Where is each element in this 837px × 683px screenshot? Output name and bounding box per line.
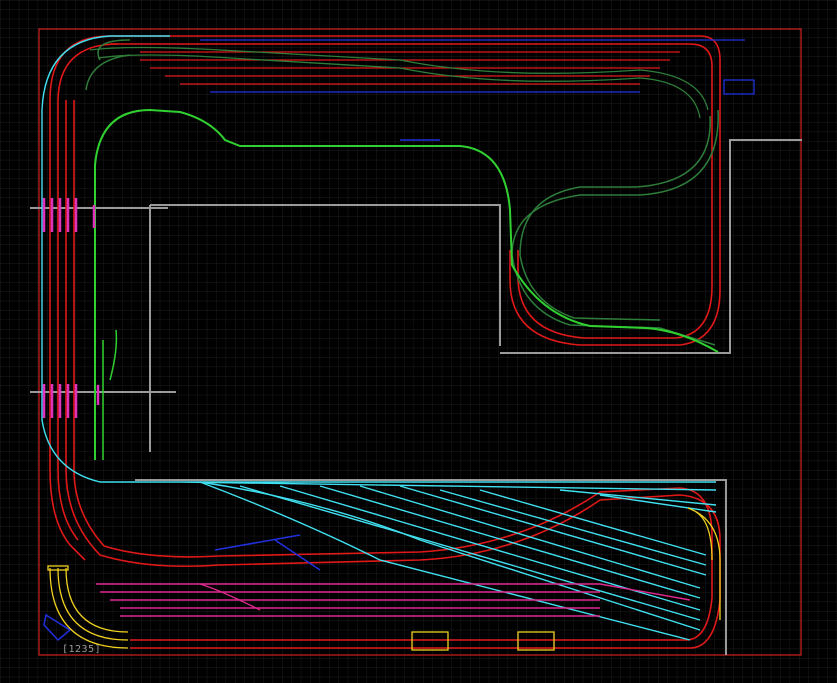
track-count-label: [1235] — [62, 644, 102, 655]
layout-canvas[interactable] — [0, 0, 837, 683]
